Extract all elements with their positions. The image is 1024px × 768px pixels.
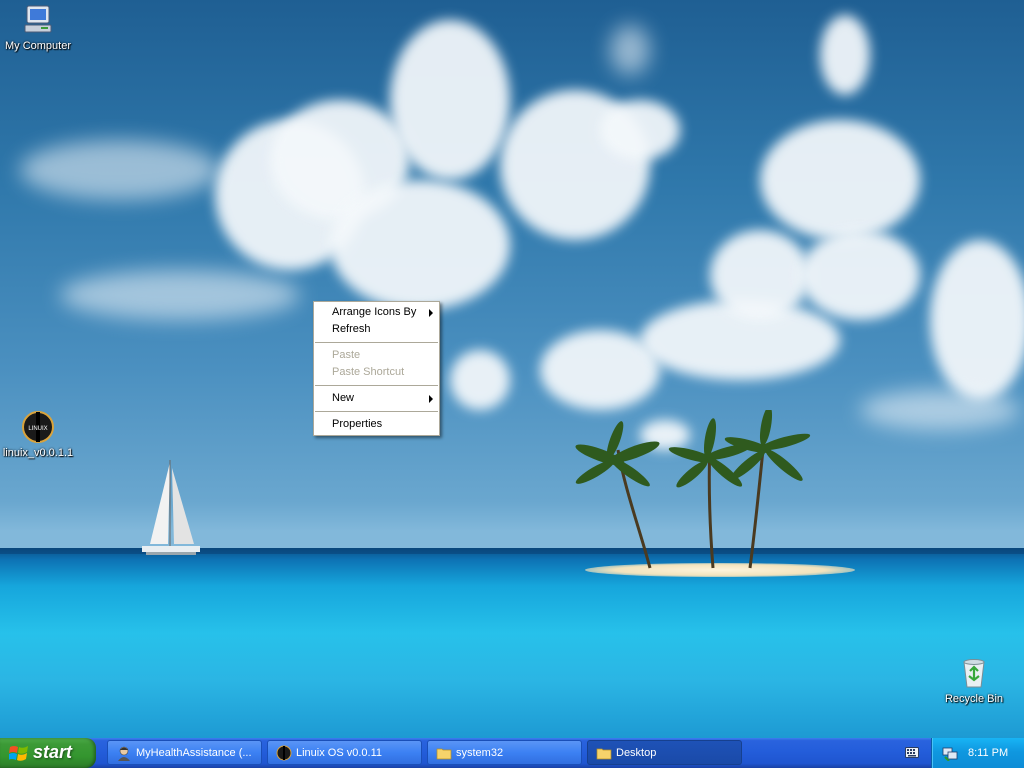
menu-item-label: Paste — [332, 349, 361, 361]
menu-item-paste-shortcut: Paste Shortcut — [314, 364, 439, 381]
submenu-arrow-icon — [429, 395, 433, 403]
clock[interactable]: 8:11 PM — [968, 747, 1008, 759]
taskbar-button-label: Desktop — [616, 747, 657, 759]
desktop-background[interactable]: My Computer LINUIX linuix_v0.0.1.1 Recyc… — [0, 0, 1024, 738]
menu-separator — [315, 385, 438, 386]
folder-icon — [596, 748, 612, 760]
desktop-icon-my-computer[interactable]: My Computer — [0, 3, 76, 52]
windows-logo-icon — [9, 746, 28, 761]
desktop-icon-linuix[interactable]: LINUIX linuix_v0.0.1.1 — [0, 410, 76, 459]
menu-item-new[interactable]: New — [314, 390, 439, 407]
start-button[interactable]: start — [0, 738, 96, 768]
start-label: start — [33, 742, 73, 762]
taskbar-button-label: Linuix OS v0.0.11 — [296, 747, 383, 759]
linuix-app-icon: LINUIX — [21, 410, 55, 444]
linuix-icon-text: LINUIX — [28, 426, 47, 432]
menu-item-label: New — [332, 392, 355, 404]
taskbar-button-label: system32 — [456, 747, 504, 759]
menu-item-arrange-icons-by[interactable]: Arrange Icons By — [314, 304, 439, 321]
taskbar-button-label: MyHealthAssistance (... — [136, 747, 252, 759]
menu-item-properties[interactable]: Properties — [314, 416, 439, 433]
taskbar-button-myhealthassistance[interactable]: MyHealthAssistance (... — [107, 740, 262, 765]
taskbar-button-system32[interactable]: system32 — [427, 740, 582, 765]
menu-separator — [315, 342, 438, 343]
desktop-icon-label: linuix_v0.0.1.1 — [2, 447, 74, 459]
folder-icon — [436, 748, 452, 760]
ocean — [0, 548, 1024, 738]
desktop-icon-label: My Computer — [4, 40, 72, 52]
sailboat-graphic — [142, 460, 200, 555]
palm-trees-graphic — [575, 410, 811, 569]
taskbar-button-linuix-os[interactable]: Linuix OS v0.0.11 — [267, 740, 422, 765]
submenu-arrow-icon — [429, 309, 433, 317]
menu-item-label: Properties — [332, 418, 383, 430]
menu-separator — [315, 411, 438, 412]
menu-item-label: Paste Shortcut — [332, 366, 405, 378]
my-computer-icon — [21, 3, 55, 37]
network-icon[interactable] — [942, 745, 958, 761]
recycle-bin-icon — [957, 656, 991, 690]
menu-item-refresh[interactable]: Refresh — [314, 321, 439, 338]
keyboard-icon[interactable] — [905, 747, 919, 758]
menu-item-paste: Paste — [314, 347, 439, 364]
menu-item-label: Refresh — [332, 323, 371, 335]
taskbar: start MyHealthAssistance (... Linuix OS … — [0, 738, 1024, 768]
menu-item-label: Arrange Icons By — [332, 306, 417, 318]
system-tray: 8:11 PM — [931, 738, 1024, 768]
taskbar-button-desktop[interactable]: Desktop — [587, 740, 742, 765]
desktop-context-menu: Arrange Icons By Refresh Paste Paste Sho… — [313, 301, 440, 436]
user-avatar-icon — [118, 746, 130, 761]
linuix-app-icon — [276, 745, 292, 761]
desktop-icon-recycle-bin[interactable]: Recycle Bin — [936, 656, 1012, 705]
desktop-icon-label: Recycle Bin — [944, 693, 1004, 705]
